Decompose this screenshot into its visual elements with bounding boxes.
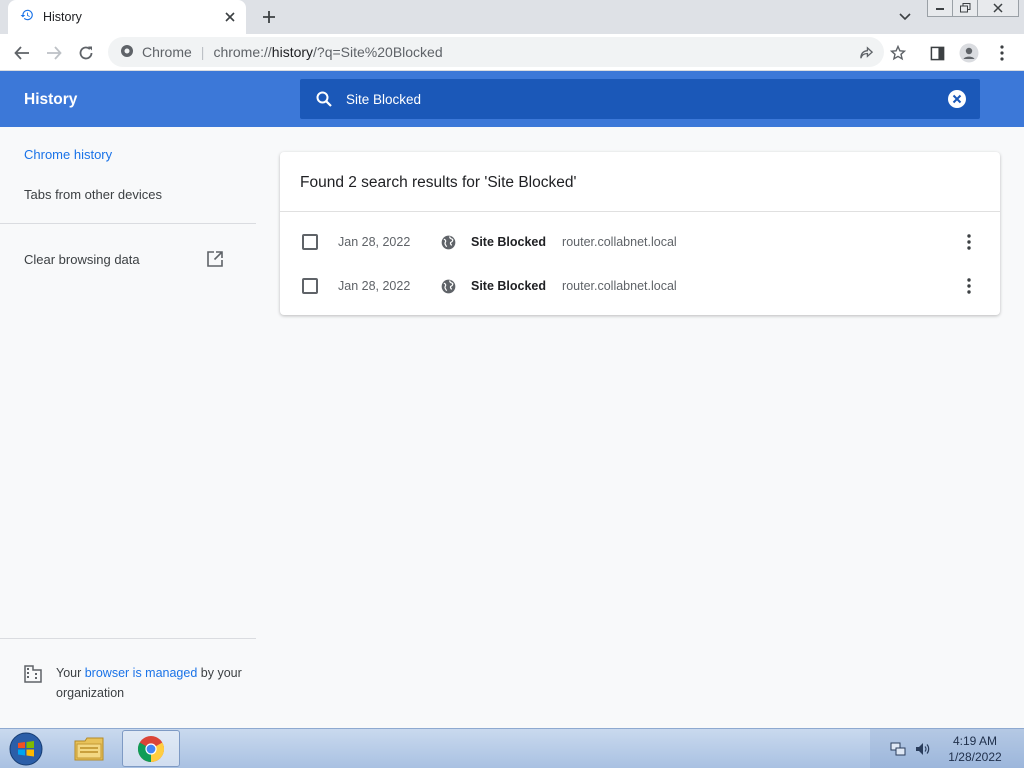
sidebar-divider <box>0 223 256 224</box>
tab-history[interactable]: History <box>8 0 246 34</box>
url-prefix: chrome:// <box>213 44 272 60</box>
external-link-icon <box>206 250 224 271</box>
history-search-box[interactable] <box>300 79 980 119</box>
minimize-button[interactable] <box>927 0 953 17</box>
omnibox-separator: | <box>200 44 205 60</box>
entry-title-link[interactable]: Site Blocked <box>471 235 546 249</box>
reload-button[interactable] <box>72 39 100 67</box>
entry-checkbox[interactable] <box>302 278 318 294</box>
chrome-taskbar-icon[interactable] <box>122 730 180 767</box>
network-icon[interactable] <box>890 741 906 762</box>
tab-strip: History <box>0 0 1024 34</box>
entry-date: Jan 28, 2022 <box>338 235 411 249</box>
more-actions-icon[interactable] <box>957 230 981 254</box>
clock-time: 4:19 AM <box>952 734 998 748</box>
new-tab-button[interactable] <box>257 5 281 29</box>
clear-search-icon[interactable] <box>946 88 968 110</box>
taskbar-clock[interactable]: 4:19 AM 1/28/2022 <box>940 733 1010 765</box>
entry-checkbox[interactable] <box>302 234 318 250</box>
entry-domain: router.collabnet.local <box>562 279 677 293</box>
omnibox-origin-label: Chrome <box>142 44 192 60</box>
sidebar-item-clear-browsing-data[interactable]: Clear browsing data <box>24 250 224 271</box>
sidebar-item-tabs-other-devices[interactable]: Tabs from other devices <box>24 187 162 202</box>
browser-menu-icon[interactable] <box>988 39 1016 67</box>
sidebar-bottom-divider <box>0 638 256 639</box>
browser-toolbar: Chrome | chrome://history/?q=Site%20Bloc… <box>0 34 1024 71</box>
entry-title-link[interactable]: Site Blocked <box>471 279 546 293</box>
back-button[interactable] <box>8 39 36 67</box>
entry-domain: router.collabnet.local <box>562 235 677 249</box>
history-header: History <box>0 71 1024 127</box>
results-divider <box>280 211 1000 212</box>
omnibox[interactable]: Chrome | chrome://history/?q=Site%20Bloc… <box>108 37 884 67</box>
file-explorer-taskbar-icon[interactable] <box>60 730 118 767</box>
globe-icon <box>440 278 456 294</box>
restore-button[interactable] <box>952 0 978 17</box>
omnibox-url[interactable]: chrome://history/?q=Site%20Blocked <box>213 44 442 60</box>
results-card: Found 2 search results for 'Site Blocked… <box>280 152 1000 315</box>
managed-text-pre: Your <box>56 666 85 680</box>
managed-text: Your browser is managed by your organiza… <box>56 663 244 703</box>
clear-browsing-data-label: Clear browsing data <box>24 252 140 267</box>
url-path: /?q=Site%20Blocked <box>313 44 443 60</box>
history-sidebar: Chrome history Tabs from other devices C… <box>0 127 256 728</box>
page-title: History <box>24 91 78 108</box>
browser-managed-link[interactable]: browser is managed <box>85 666 198 680</box>
managed-notice: Your browser is managed by your organiza… <box>24 663 244 703</box>
bookmark-star-icon[interactable] <box>884 39 912 67</box>
entry-date: Jan 28, 2022 <box>338 279 411 293</box>
search-icon <box>312 87 336 111</box>
profile-avatar-icon[interactable] <box>955 39 983 67</box>
results-heading: Found 2 search results for 'Site Blocked… <box>300 174 577 191</box>
globe-icon <box>440 234 456 250</box>
side-panel-icon[interactable] <box>923 39 951 67</box>
clock-date: 1/28/2022 <box>948 750 1002 764</box>
sidebar-item-chrome-history[interactable]: Chrome history <box>24 147 112 162</box>
windows-taskbar: 4:19 AM 1/28/2022 <box>0 728 1024 768</box>
tab-title: History <box>43 10 82 24</box>
history-entry[interactable]: Jan 28, 2022 Site Blocked router.collabn… <box>280 264 1000 308</box>
close-window-button[interactable] <box>977 0 1019 17</box>
start-button[interactable] <box>6 731 46 767</box>
history-entry[interactable]: Jan 28, 2022 Site Blocked router.collabn… <box>280 220 1000 264</box>
forward-button[interactable] <box>40 39 68 67</box>
more-actions-icon[interactable] <box>957 274 981 298</box>
close-tab-icon[interactable] <box>218 5 242 29</box>
url-host: history <box>271 44 314 60</box>
tab-search-chevron-icon[interactable] <box>893 5 917 29</box>
chrome-secure-icon <box>120 44 134 61</box>
building-icon <box>24 665 42 703</box>
search-input[interactable] <box>346 91 946 107</box>
share-icon[interactable] <box>852 39 880 67</box>
history-icon <box>20 8 34 27</box>
volume-icon[interactable] <box>914 741 930 762</box>
